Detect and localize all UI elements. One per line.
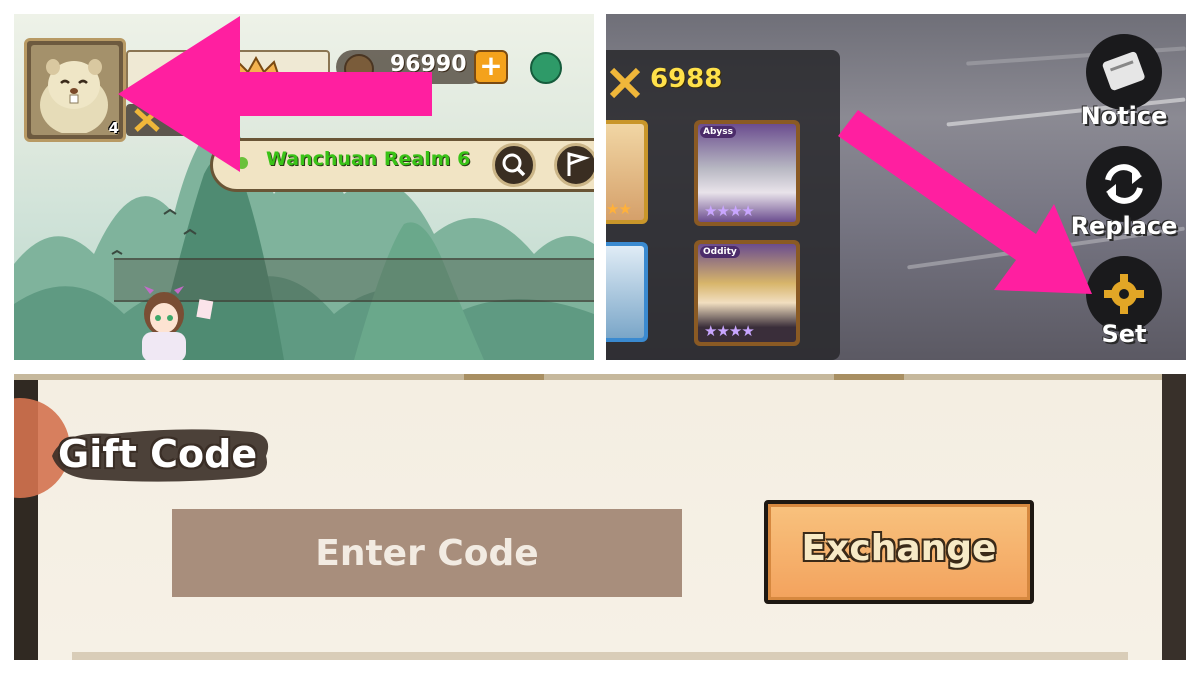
tab-decoration (464, 374, 544, 380)
gift-code-dialog: Gift Code Exchange (14, 374, 1186, 660)
dialog-bottom-strip (72, 652, 1128, 660)
dialog-right-frame (1162, 374, 1186, 660)
gift-code-input[interactable] (172, 509, 682, 597)
exchange-button[interactable]: Exchange (764, 500, 1034, 604)
game-screenshot-team-top-right: 6988 ★★ Abyss ★★★★ Oddity ★★★★ Notice Re… (606, 14, 1186, 360)
highlight-arrow-down-right-icon (838, 110, 1092, 294)
highlight-arrow-left-icon (118, 16, 432, 172)
tab-decoration (834, 374, 904, 380)
gift-code-title: Gift Code (58, 432, 258, 476)
dialog-top-edge (14, 374, 1186, 380)
exchange-label: Exchange (801, 528, 997, 569)
game-screenshot-home-top-left: 4 96990 + Wanchuan Realm 6 (14, 14, 594, 360)
